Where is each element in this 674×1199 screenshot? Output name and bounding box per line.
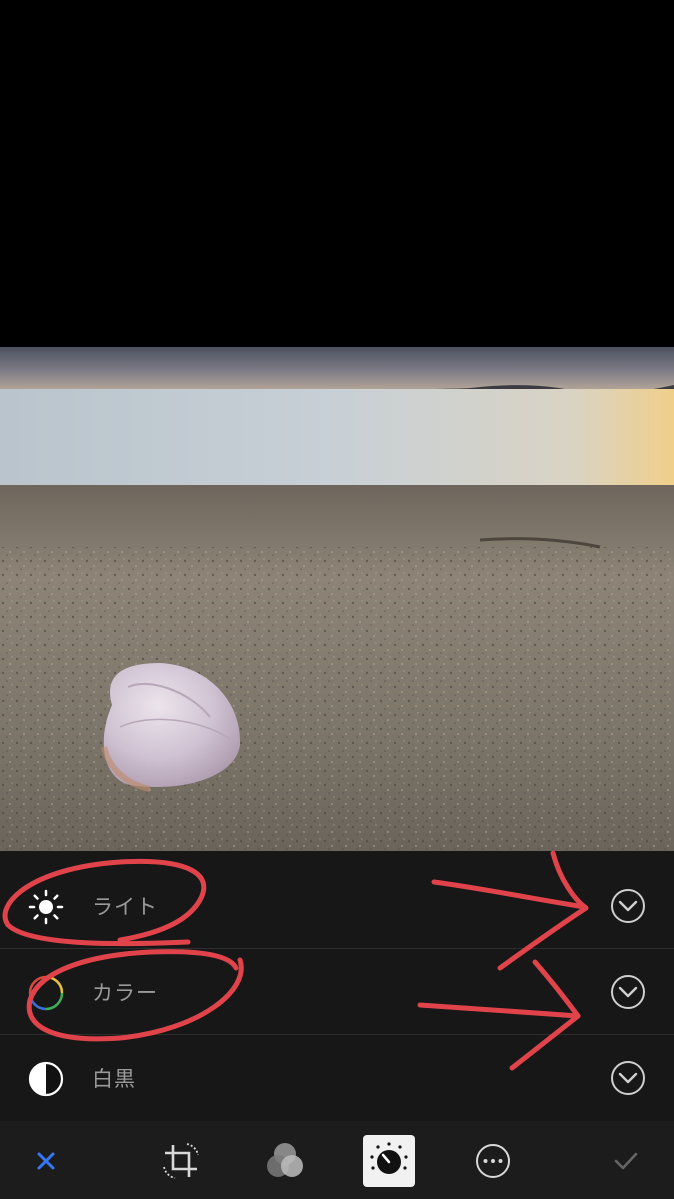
half-circle-icon — [28, 1061, 64, 1097]
chevron-down-circle-icon[interactable] — [610, 974, 646, 1010]
adjustment-row-light[interactable]: ライト — [0, 863, 674, 949]
more-button[interactable] — [467, 1135, 519, 1187]
chevron-down-circle-icon[interactable] — [610, 888, 646, 924]
adjust-button[interactable] — [363, 1135, 415, 1187]
adjustment-label-light: ライト — [92, 895, 158, 919]
crop-rotate-icon — [163, 1143, 199, 1179]
adjustment-row-color[interactable]: カラー — [0, 949, 674, 1035]
adjustment-label-color: カラー — [92, 981, 158, 1005]
filters-icon — [267, 1143, 303, 1177]
done-button[interactable] — [600, 1135, 652, 1187]
bottom-toolbar — [0, 1121, 674, 1199]
adjustment-row-bw[interactable]: 白黒 — [0, 1035, 674, 1121]
close-icon — [37, 1152, 55, 1170]
adjustments-panel: ライト カラー 白黒 — [0, 851, 674, 1121]
filters-button[interactable] — [259, 1135, 311, 1187]
chevron-down-circle-icon[interactable] — [610, 1060, 646, 1096]
beach-shell-photo — [0, 347, 674, 851]
crop-button[interactable] — [155, 1135, 207, 1187]
more-icon — [476, 1144, 510, 1178]
cancel-button[interactable] — [20, 1135, 72, 1187]
top-empty-area — [0, 0, 674, 347]
adjust-dial-icon — [370, 1142, 408, 1174]
color-ring-icon — [28, 975, 64, 1011]
sun-icon — [28, 889, 64, 925]
photo-preview[interactable] — [0, 347, 674, 851]
checkmark-icon — [614, 1152, 638, 1170]
adjustment-label-bw: 白黒 — [92, 1067, 136, 1091]
